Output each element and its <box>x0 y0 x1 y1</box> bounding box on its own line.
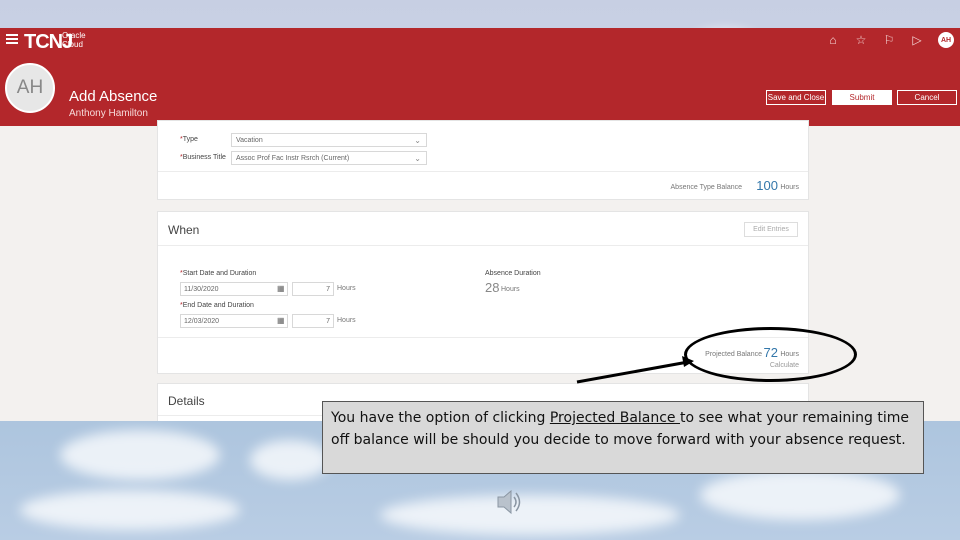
start-date-input[interactable]: 11/30/2020 <box>180 282 288 296</box>
start-hours-input[interactable]: 7 <box>292 282 334 296</box>
when-section-title: When <box>168 223 200 237</box>
global-header: TCNJ Oracle Cloud ⌂ ☆ ⚐ ▷ AH <box>0 28 960 54</box>
callout-link-text: Projected Balance <box>549 410 680 426</box>
divider <box>158 245 808 246</box>
logo-subtitle: Oracle Cloud <box>62 31 86 49</box>
calendar-icon[interactable]: ▦ <box>277 284 285 293</box>
global-icons: ⌂ ☆ ⚐ ▷ AH <box>826 32 954 48</box>
user-avatar-small[interactable]: AH <box>938 32 954 48</box>
details-section-title: Details <box>168 394 205 408</box>
type-card: *Type Vacation ⌄ *Business Title Assoc Pr… <box>157 120 809 200</box>
chevron-down-icon: ⌄ <box>414 154 421 163</box>
end-hours-input[interactable]: 7 <box>292 314 334 328</box>
balance-label: Absence Type Balance <box>670 184 742 191</box>
page-header: Add Absence Anthony Hamilton Save and Cl… <box>0 54 960 126</box>
page-title: Add Absence <box>69 88 158 105</box>
divider <box>158 171 808 172</box>
employee-name: Anthony Hamilton <box>69 108 148 119</box>
home-icon[interactable]: ⌂ <box>826 33 840 47</box>
calendar-icon[interactable]: ▦ <box>277 316 285 325</box>
business-title-label: *Business Title <box>180 154 226 161</box>
instruction-callout: You have the option of clicking Projecte… <box>322 401 924 474</box>
end-date-label: *End Date and Duration <box>180 302 254 309</box>
cloud <box>60 430 220 480</box>
cloud <box>380 495 680 535</box>
end-date-input[interactable]: 12/03/2020 <box>180 314 288 328</box>
business-title-select[interactable]: Assoc Prof Fac Instr Rsrch (Current) ⌄ <box>231 151 427 165</box>
absence-duration-unit: Hours <box>501 286 520 293</box>
star-icon[interactable]: ☆ <box>854 33 868 47</box>
flag-icon[interactable]: ⚐ <box>882 33 896 47</box>
start-date-label: *Start Date and Duration <box>180 270 257 277</box>
edit-entries-button[interactable]: Edit Entries <box>744 222 798 237</box>
cancel-button[interactable]: Cancel <box>897 90 957 105</box>
balance-unit: Hours <box>780 184 799 191</box>
type-label: *Type <box>180 136 198 143</box>
submit-button[interactable]: Submit <box>832 90 892 105</box>
play-icon[interactable]: ▷ <box>910 33 924 47</box>
absence-duration-value: 28 <box>485 280 500 295</box>
speaker-icon[interactable] <box>494 486 524 518</box>
start-hours-unit: Hours <box>337 285 356 292</box>
save-and-close-button[interactable]: Save and Close <box>766 90 826 105</box>
chevron-down-icon: ⌄ <box>414 136 421 145</box>
cloud <box>700 470 900 520</box>
type-select[interactable]: Vacation ⌄ <box>231 133 427 147</box>
cloud <box>20 490 240 530</box>
cloud <box>250 440 330 480</box>
callout-text-before: You have the option of clicking <box>331 410 550 426</box>
end-hours-unit: Hours <box>337 317 356 324</box>
balance-value: 100 <box>756 178 778 193</box>
absence-duration-label: Absence Duration <box>485 270 541 277</box>
menu-icon[interactable] <box>6 34 18 44</box>
highlight-ellipse <box>684 327 857 382</box>
avatar: AH <box>5 63 55 113</box>
